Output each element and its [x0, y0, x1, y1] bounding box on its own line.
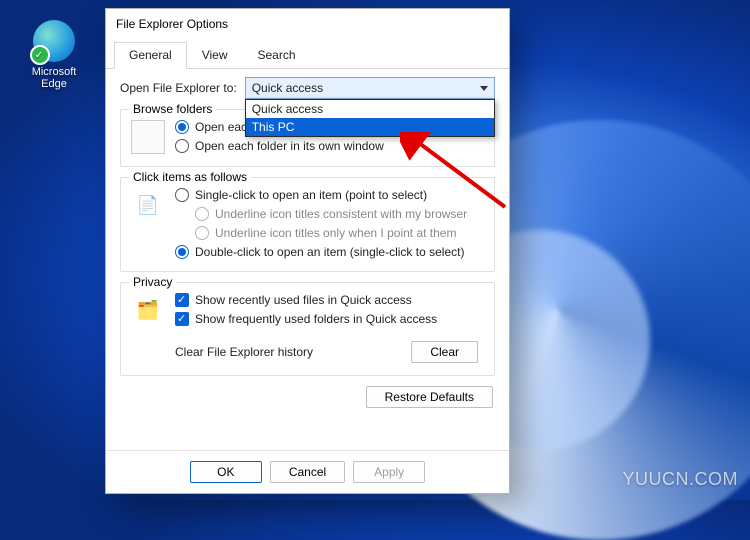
edge-icon: ✓: [33, 20, 75, 62]
radio-double-click-label: Double-click to open an item (single-cli…: [195, 245, 464, 259]
apply-button: Apply: [353, 461, 425, 483]
clear-button[interactable]: Clear: [411, 341, 478, 363]
radio-single-click[interactable]: [175, 188, 189, 202]
group-privacy: Privacy 🗂️ Show recently used files in Q…: [120, 282, 495, 376]
radio-underline-browser: [195, 207, 209, 221]
file-explorer-options-dialog: File Explorer Options General View Searc…: [105, 8, 510, 494]
group-click-items: Click items as follows 📄 Single-click to…: [120, 177, 495, 272]
check-frequent-folders-label: Show frequently used folders in Quick ac…: [195, 312, 437, 326]
open-explorer-label: Open File Explorer to:: [120, 81, 237, 95]
group-click-title: Click items as follows: [129, 170, 251, 184]
dialog-title: File Explorer Options: [116, 17, 228, 31]
group-privacy-title: Privacy: [129, 275, 176, 289]
radio-underline-point: [195, 226, 209, 240]
desktop-icon-edge[interactable]: ✓ Microsoft Edge: [22, 20, 86, 90]
radio-single-click-label: Single-click to open an item (point to s…: [195, 188, 427, 202]
radio-own-window[interactable]: [175, 139, 189, 153]
privacy-icon: 🗂️: [131, 293, 165, 327]
group-browse-title: Browse folders: [129, 102, 216, 116]
radio-underline-browser-label: Underline icon titles consistent with my…: [215, 207, 467, 221]
radio-own-window-label: Open each folder in its own window: [195, 139, 384, 153]
dialog-footer: OK Cancel Apply: [106, 450, 509, 493]
check-recent-files[interactable]: [175, 293, 189, 307]
tab-view[interactable]: View: [187, 42, 243, 69]
folder-icon: [131, 120, 165, 154]
open-explorer-dropdown: Quick access This PC: [245, 99, 495, 137]
radio-underline-point-label: Underline icon titles only when I point …: [215, 226, 456, 240]
tab-search[interactable]: Search: [243, 42, 311, 69]
tab-strip: General View Search: [106, 41, 509, 69]
check-frequent-folders[interactable]: [175, 312, 189, 326]
watermark: YUUCN.COM: [623, 469, 739, 490]
option-quick-access[interactable]: Quick access: [246, 100, 494, 118]
tab-general[interactable]: General: [114, 42, 187, 69]
radio-double-click[interactable]: [175, 245, 189, 259]
ok-button[interactable]: OK: [190, 461, 262, 483]
restore-defaults-button[interactable]: Restore Defaults: [366, 386, 493, 408]
radio-same-window[interactable]: [175, 120, 189, 134]
clear-history-label: Clear File Explorer history: [175, 345, 313, 359]
option-this-pc[interactable]: This PC: [246, 118, 494, 136]
titlebar[interactable]: File Explorer Options: [106, 9, 509, 39]
desktop-icon-label: Microsoft Edge: [22, 66, 86, 90]
open-explorer-combo[interactable]: Quick access Quick access This PC: [245, 77, 495, 99]
cancel-button[interactable]: Cancel: [270, 461, 345, 483]
chevron-down-icon: [480, 86, 488, 91]
combo-value: Quick access: [252, 81, 323, 95]
click-cursor-icon: 📄: [131, 188, 165, 222]
check-recent-files-label: Show recently used files in Quick access: [195, 293, 412, 307]
